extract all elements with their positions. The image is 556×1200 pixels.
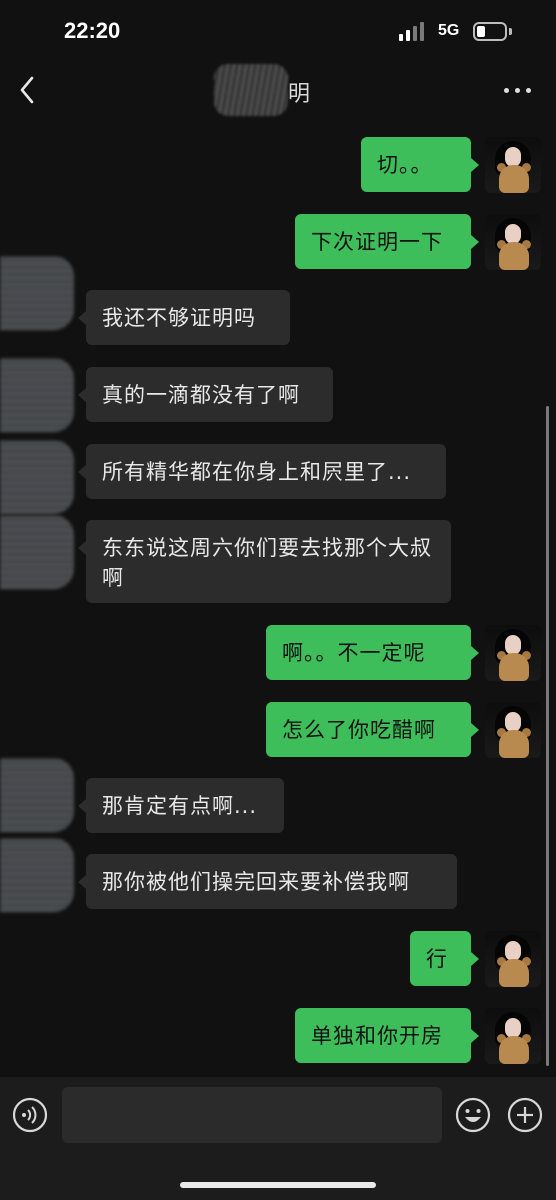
bubble-tail: [471, 158, 479, 172]
contact-avatar[interactable]: [0, 758, 74, 832]
bubble-tail: [78, 541, 86, 555]
message-bubble[interactable]: 下次证明一下: [295, 214, 471, 269]
chat-title: 明: [288, 82, 311, 107]
bubble-tail: [78, 388, 86, 402]
bubble-tail: [78, 311, 86, 325]
voice-icon[interactable]: [12, 1097, 48, 1133]
message-bubble[interactable]: 切。。: [361, 137, 471, 192]
my-avatar[interactable]: [485, 931, 541, 987]
my-avatar[interactable]: [485, 137, 541, 193]
plus-icon[interactable]: [507, 1097, 543, 1133]
redacted-title: [214, 64, 288, 116]
bubble-tail: [78, 799, 86, 813]
contact-avatar[interactable]: [0, 440, 74, 514]
home-indicator[interactable]: [180, 1182, 376, 1188]
network-type: 5G: [438, 22, 460, 39]
bubble-tail: [471, 723, 479, 737]
message-bubble[interactable]: 行: [410, 931, 471, 986]
status-bar: 22:20 5G: [0, 0, 556, 62]
message-bubble[interactable]: 啊。。不一定呢: [266, 625, 471, 680]
message-bubble[interactable]: 怎么了你吃醋啊: [266, 702, 471, 757]
battery-icon: [473, 22, 507, 41]
bubble-tail: [78, 875, 86, 889]
contact-avatar[interactable]: [0, 515, 74, 589]
status-time: 22:20: [64, 18, 121, 43]
bubble-tail: [471, 1029, 479, 1043]
message-scrollbar[interactable]: [546, 406, 549, 1066]
bubble-tail: [471, 952, 479, 966]
emoji-icon[interactable]: [455, 1097, 491, 1133]
message-bubble[interactable]: 我还不够证明吗: [86, 290, 290, 345]
message-bubble[interactable]: 单独和你开房: [295, 1008, 471, 1063]
more-dots-icon[interactable]: [500, 80, 536, 100]
message-bubble[interactable]: 东东说这周六你们要去找那个大叔啊: [86, 520, 451, 603]
bubble-tail: [78, 465, 86, 479]
message-bubble[interactable]: 所有精华都在你身上和屄里了...: [86, 444, 446, 499]
contact-avatar[interactable]: [0, 358, 74, 432]
input-bar: [0, 1077, 556, 1200]
bubble-tail: [471, 646, 479, 660]
battery-cap: [509, 28, 512, 35]
my-avatar[interactable]: [485, 1008, 541, 1064]
contact-avatar[interactable]: [0, 256, 74, 330]
message-bubble[interactable]: 那肯定有点啊...: [86, 778, 284, 833]
my-avatar[interactable]: [485, 702, 541, 758]
message-bubble[interactable]: 那你被他们操完回来要补偿我啊: [86, 854, 457, 909]
bubble-tail: [471, 235, 479, 249]
signal-strength-icon: [399, 22, 429, 44]
chevron-left-icon[interactable]: [14, 72, 42, 108]
chat-header: 明: [0, 62, 556, 118]
message-bubble[interactable]: 真的一滴都没有了啊: [86, 367, 333, 422]
message-input[interactable]: [62, 1087, 442, 1143]
contact-avatar[interactable]: [0, 838, 74, 912]
my-avatar[interactable]: [485, 214, 541, 270]
my-avatar[interactable]: [485, 625, 541, 681]
